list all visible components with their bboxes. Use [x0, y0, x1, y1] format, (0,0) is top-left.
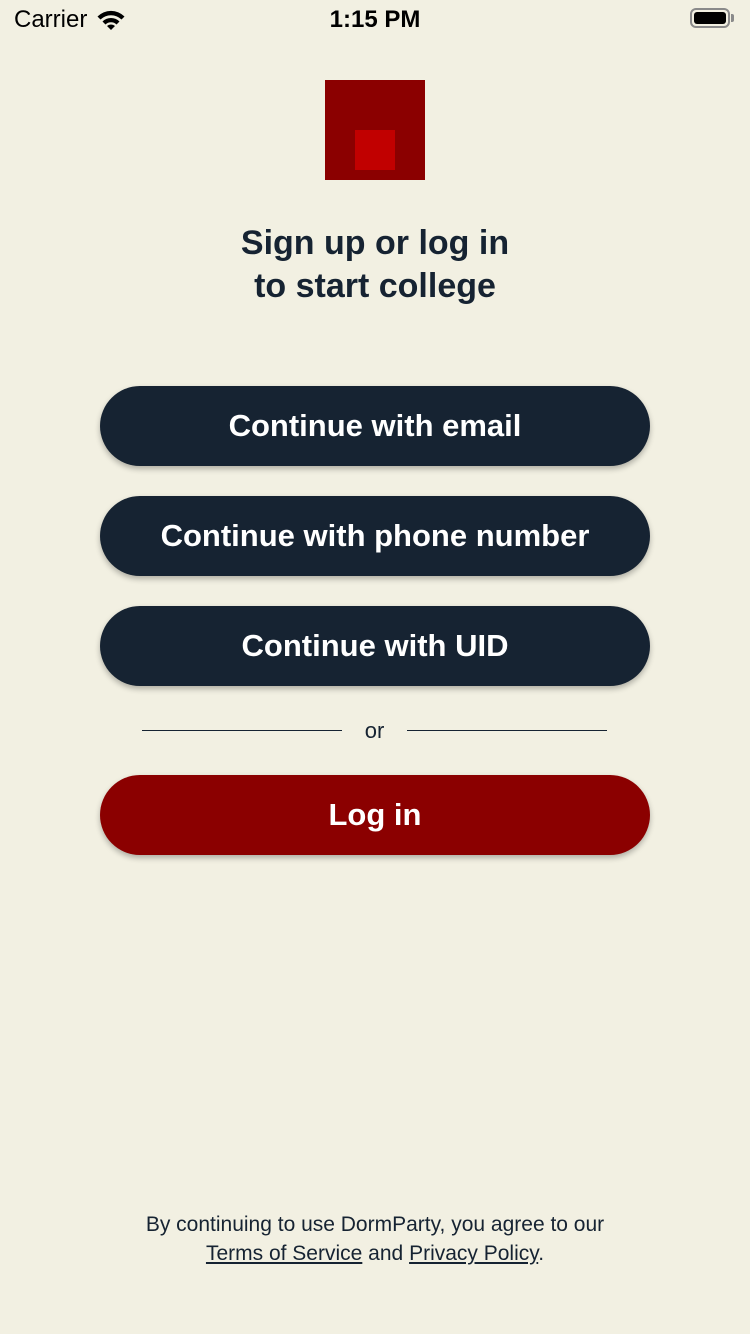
privacy-policy-link[interactable]: Privacy Policy — [409, 1242, 538, 1265]
battery-body — [690, 8, 730, 28]
headline-line-1: Sign up or log in — [240, 224, 510, 262]
continue-with-phone-button[interactable]: Continue with phone number — [100, 496, 650, 576]
headline-line-2: to start college — [254, 267, 496, 305]
terms-of-service-link[interactable]: Terms of Service — [206, 1242, 362, 1265]
headline: Sign up or log in to start college — [0, 222, 750, 308]
battery-cap — [731, 14, 734, 22]
divider-text: or — [364, 718, 385, 743]
continue-with-email-button[interactable]: Continue with email — [100, 386, 650, 466]
log-in-button[interactable]: Log in — [100, 775, 650, 855]
legal-prefix: By continuing to use DormParty, you agre… — [145, 1213, 605, 1236]
legal-notice: By continuing to use DormParty, you agre… — [0, 1210, 750, 1268]
battery-fill — [694, 12, 726, 24]
legal-suffix: . — [538, 1242, 545, 1265]
divider-line-right — [407, 730, 607, 731]
status-time: 1:15 PM — [329, 6, 421, 33]
legal-and: and — [368, 1242, 404, 1265]
battery-icon — [690, 8, 736, 32]
or-divider: or — [142, 716, 607, 746]
app-logo-inner — [355, 130, 395, 170]
app-logo — [325, 80, 425, 180]
continue-with-uid-button[interactable]: Continue with UID — [100, 606, 650, 686]
legal-links: Terms of Service and Privacy Policy. — [0, 1239, 750, 1268]
status-bar: Carrier 1:15 PM — [0, 0, 750, 40]
